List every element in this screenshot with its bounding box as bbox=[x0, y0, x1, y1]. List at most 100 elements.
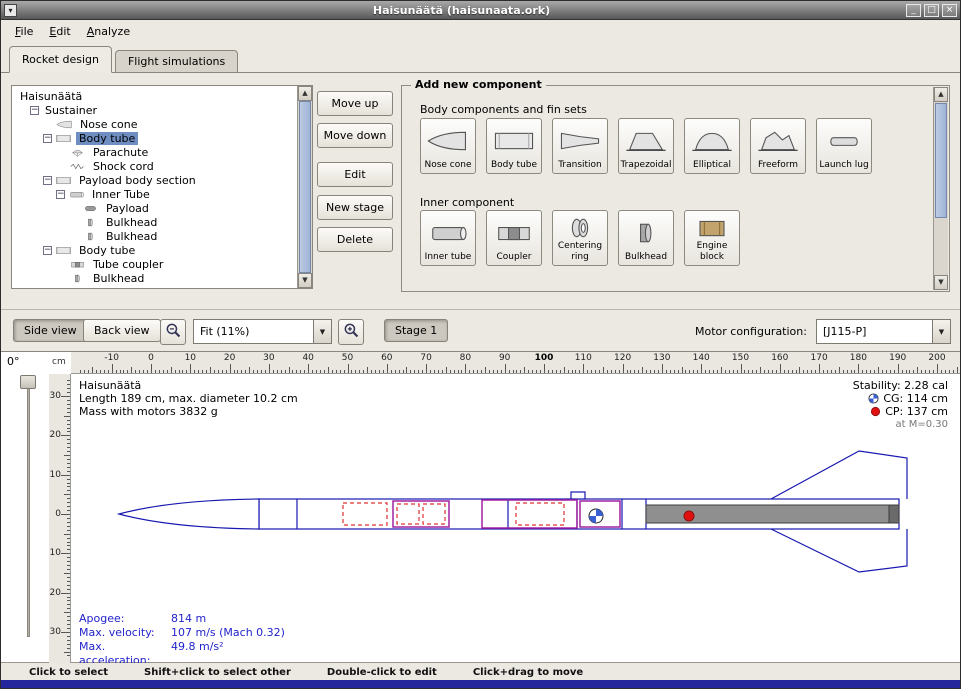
close-button[interactable]: × bbox=[942, 4, 957, 17]
tree-expander-icon[interactable]: − bbox=[43, 134, 52, 143]
titlebar[interactable]: ▾ Haisunäätä (haisunaata.ork) _ □ × bbox=[1, 1, 960, 20]
component-scrollbar[interactable]: ▲ ▼ bbox=[933, 87, 948, 290]
tree-item-label: Sustainer bbox=[42, 104, 100, 117]
delete-button[interactable]: Delete bbox=[317, 227, 393, 252]
ruler-tick bbox=[67, 412, 70, 413]
tree-item-parachute[interactable]: Parachute bbox=[13, 145, 296, 159]
nose-cone-outline[interactable] bbox=[119, 499, 259, 529]
zoom-combobox[interactable]: Fit (11%) ▼ bbox=[193, 319, 332, 344]
component-button-label: Body tube bbox=[491, 160, 537, 170]
tree-expander-icon[interactable]: − bbox=[30, 106, 39, 115]
fin-bottom[interactable] bbox=[771, 529, 907, 572]
ruler-label: 130 bbox=[653, 353, 670, 363]
ruler-tick bbox=[741, 364, 742, 374]
ruler-label: 120 bbox=[614, 353, 631, 363]
scrollbar-thumb[interactable] bbox=[299, 101, 311, 273]
component-button-elliptical[interactable]: Elliptical bbox=[684, 118, 740, 174]
ruler-label: 140 bbox=[693, 353, 710, 363]
launch-lug-outline[interactable] bbox=[571, 492, 585, 499]
new-stage-button[interactable]: New stage bbox=[317, 195, 393, 220]
window-menu-icon[interactable]: ▾ bbox=[4, 4, 17, 17]
tree-item-tube-coupler[interactable]: Tube coupler bbox=[13, 257, 296, 271]
tree-item-payload[interactable]: Payload bbox=[13, 201, 296, 215]
tab-flight-simulations[interactable]: Flight simulations bbox=[115, 50, 238, 73]
side-view-button[interactable]: Side view bbox=[13, 319, 88, 342]
tree-item-payload-body-section[interactable]: − Payload body section bbox=[13, 173, 296, 187]
ruler-tick bbox=[67, 538, 70, 539]
status-hint: Shift+click to select other bbox=[144, 667, 291, 678]
component-button-body-tube[interactable]: Body tube bbox=[486, 118, 542, 174]
tree-item-body-tube[interactable]: −Body tube bbox=[13, 131, 296, 145]
component-button-nose-cone[interactable]: Nose cone bbox=[420, 118, 476, 174]
menu-analyze[interactable]: Analyze bbox=[79, 22, 138, 41]
minimize-button[interactable]: _ bbox=[906, 4, 921, 17]
stage-1-button[interactable]: Stage 1 bbox=[384, 319, 448, 342]
ruler-tick bbox=[64, 652, 70, 653]
scroll-up-icon[interactable]: ▲ bbox=[934, 87, 948, 102]
tree-item-bulkhead[interactable]: Bulkhead bbox=[13, 271, 296, 285]
zoom-out-button[interactable] bbox=[160, 319, 186, 345]
status-hint: Double-click to edit bbox=[327, 667, 437, 678]
component-button-freeform[interactable]: Freeform bbox=[750, 118, 806, 174]
application-window: ▾ Haisunäätä (haisunaata.ork) _ □ × File… bbox=[0, 0, 961, 689]
menu-file[interactable]: File bbox=[7, 22, 41, 41]
component-button-trapezoidal[interactable]: Trapezoidal bbox=[618, 118, 674, 174]
rotation-slider[interactable] bbox=[27, 382, 30, 637]
scroll-down-icon[interactable]: ▼ bbox=[934, 275, 948, 290]
move-up-button[interactable]: Move up bbox=[317, 91, 393, 116]
ruler-label: 0 bbox=[148, 353, 154, 363]
motor-config-combobox[interactable]: [J115-P] ▼ bbox=[816, 319, 951, 344]
scroll-up-icon[interactable]: ▲ bbox=[298, 86, 312, 101]
payload-icon bbox=[82, 203, 99, 214]
zoom-in-button[interactable] bbox=[338, 319, 364, 345]
component-button-transition[interactable]: Transition bbox=[552, 118, 608, 174]
ruler-label: 90 bbox=[499, 353, 510, 363]
ruler-tick bbox=[67, 467, 70, 468]
centeringring-icon bbox=[554, 214, 606, 241]
tree-item-haisun-t[interactable]: Haisunäätä bbox=[13, 89, 296, 103]
tree-item-bulkhead[interactable]: Bulkhead bbox=[13, 229, 296, 243]
ruler-tick bbox=[682, 367, 683, 374]
tree-item-label: Payload body section bbox=[76, 174, 199, 187]
component-button-inner-tube[interactable]: Inner tube bbox=[420, 210, 476, 266]
motor-config-value: [J115-P] bbox=[817, 325, 932, 338]
ruler-label: 70 bbox=[420, 353, 431, 363]
tree-item-label: Inner Tube bbox=[89, 188, 153, 201]
ruler-tick bbox=[64, 573, 70, 574]
component-button-bulkhead[interactable]: Bulkhead bbox=[618, 210, 674, 266]
rotation-slider-thumb[interactable] bbox=[20, 375, 36, 389]
tree-item-nose-cone[interactable]: Nose cone bbox=[13, 117, 296, 131]
menu-edit[interactable]: Edit bbox=[41, 22, 78, 41]
tree-item-label: Bulkhead bbox=[90, 272, 147, 285]
move-down-button[interactable]: Move down bbox=[317, 123, 393, 148]
tree-item-body-tube[interactable]: −Body tube bbox=[13, 243, 296, 257]
tab-rocket-design[interactable]: Rocket design bbox=[9, 46, 112, 73]
tree-scrollbar[interactable]: ▲ ▼ bbox=[297, 86, 312, 288]
ruler-tick bbox=[67, 589, 70, 590]
tree-expander-icon[interactable]: − bbox=[43, 176, 52, 185]
component-button-engine-block[interactable]: Engine block bbox=[684, 210, 740, 266]
tree-expander-icon[interactable]: − bbox=[56, 190, 65, 199]
design-tree: Haisunäätä−SustainerNose cone−Body tubeP… bbox=[13, 87, 296, 287]
scrollbar-thumb[interactable] bbox=[935, 103, 947, 218]
cg-marker bbox=[589, 509, 603, 523]
tree-expander-icon[interactable]: − bbox=[43, 246, 52, 255]
tree-item-inner-tube[interactable]: − Inner Tube bbox=[13, 187, 296, 201]
maximize-button[interactable]: □ bbox=[924, 4, 939, 17]
ruler-tick bbox=[780, 364, 781, 374]
ruler-tick bbox=[957, 367, 958, 374]
ruler-tick bbox=[131, 367, 132, 374]
fin-top[interactable] bbox=[771, 451, 907, 499]
tree-item-shock-cord[interactable]: Shock cord bbox=[13, 159, 296, 173]
tree-item-sustainer[interactable]: −Sustainer bbox=[13, 103, 296, 117]
ruler-label: -10 bbox=[49, 470, 61, 480]
component-button-centering-ring[interactable]: Centering ring bbox=[552, 210, 608, 266]
motor-config-label: Motor configuration: bbox=[695, 325, 807, 338]
component-button-launch-lug[interactable]: Launch lug bbox=[816, 118, 872, 174]
tree-item-bulkhead[interactable]: Bulkhead bbox=[13, 215, 296, 229]
back-view-button[interactable]: Back view bbox=[83, 319, 161, 342]
component-button-coupler[interactable]: Coupler bbox=[486, 210, 542, 266]
scroll-down-icon[interactable]: ▼ bbox=[298, 273, 312, 288]
edit-button[interactable]: Edit bbox=[317, 162, 393, 187]
ruler-tick bbox=[67, 624, 70, 625]
